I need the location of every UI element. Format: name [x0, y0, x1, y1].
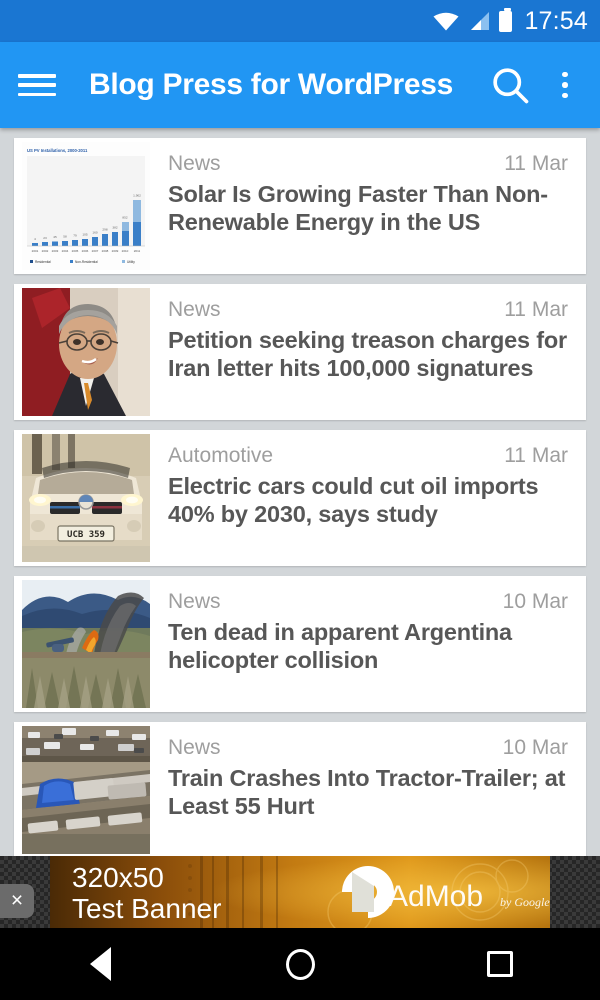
svg-text:Residential: Residential: [35, 260, 51, 264]
svg-text:2001: 2001: [32, 249, 39, 253]
android-navigation-bar: [0, 928, 600, 1000]
app-bar: Blog Press for WordPress: [0, 42, 600, 128]
svg-text:2010: 2010: [122, 249, 129, 253]
article-category: News: [168, 590, 221, 613]
article-date: 10 Mar: [502, 590, 568, 613]
search-icon[interactable]: [488, 63, 532, 107]
svg-text:2003: 2003: [52, 249, 59, 253]
svg-text:2011: 2011: [134, 249, 141, 253]
svg-text:45: 45: [53, 235, 57, 239]
ad-close-icon[interactable]: ×: [0, 884, 34, 918]
svg-text:2008: 2008: [102, 249, 109, 253]
svg-text:1,902: 1,902: [133, 194, 141, 198]
cellular-signal-icon: [468, 11, 490, 31]
list-item[interactable]: News 10 Mar Ten dead in apparent Argenti…: [14, 576, 586, 712]
hamburger-menu-icon[interactable]: [18, 70, 56, 100]
solar-chart-thumbnail: US PV Installations, 2000-2011 4 23 45 5…: [22, 142, 150, 270]
article-meta: News 11 Mar: [168, 152, 568, 176]
svg-text:by Google: by Google: [500, 895, 550, 909]
article-meta: News 10 Mar: [168, 590, 568, 614]
ad-banner-container: × 320x50 Test Banner AdMob by Google: [0, 856, 600, 928]
svg-text:105: 105: [82, 233, 87, 237]
svg-text:4: 4: [34, 237, 36, 241]
svg-text:23: 23: [43, 236, 47, 240]
article-body: News 10 Mar Ten dead in apparent Argenti…: [150, 576, 586, 712]
svg-text:58: 58: [63, 235, 67, 239]
article-date: 11 Mar: [504, 298, 568, 321]
article-headline: Ten dead in apparent Argentina helicopte…: [168, 619, 512, 673]
article-meta: Automotive 11 Mar: [168, 444, 568, 468]
article-category: News: [168, 736, 221, 759]
article-headline: Train Crashes Into Tractor-Trailer; at L…: [168, 765, 566, 819]
android-screen: 17:54 Blog Press for WordPress US PV Ins…: [0, 0, 600, 1000]
article-category: Automotive: [168, 444, 274, 467]
electric-car-thumbnail: UCB 359: [22, 434, 150, 562]
svg-text:2006: 2006: [82, 249, 89, 253]
svg-text:Utility: Utility: [127, 260, 135, 264]
overflow-menu-icon[interactable]: [548, 63, 582, 107]
article-body: News 11 Mar Petition seeking treason cha…: [150, 284, 586, 420]
article-meta: News 11 Mar: [168, 298, 568, 322]
article-body: News 10 Mar Train Crashes Into Tractor-T…: [150, 722, 586, 858]
list-item[interactable]: US PV Installations, 2000-2011 4 23 45 5…: [14, 138, 586, 274]
svg-text:160: 160: [92, 231, 97, 235]
battery-icon: [499, 7, 513, 32]
recents-button[interactable]: [465, 928, 535, 1000]
home-button[interactable]: [265, 928, 335, 1000]
status-bar-clock: 17:54: [524, 6, 588, 35]
svg-text:2005: 2005: [72, 249, 79, 253]
article-meta: News 10 Mar: [168, 736, 568, 760]
status-bar: 17:54: [0, 0, 600, 42]
svg-text:2007: 2007: [92, 249, 99, 253]
back-button[interactable]: [65, 928, 135, 1000]
article-list[interactable]: US PV Installations, 2000-2011 4 23 45 5…: [0, 128, 600, 928]
article-body: Automotive 11 Mar Electric cars could cu…: [150, 430, 586, 566]
article-headline: Petition seeking treason charges for Ira…: [168, 327, 567, 381]
svg-text:79: 79: [73, 234, 77, 238]
svg-text:298: 298: [102, 228, 107, 232]
svg-text:Test Banner: Test Banner: [72, 893, 221, 924]
article-headline: Solar Is Growing Faster Than Non-Renewab…: [168, 181, 548, 235]
article-date: 10 Mar: [502, 736, 568, 759]
article-date: 11 Mar: [504, 152, 568, 175]
article-category: News: [168, 298, 221, 321]
svg-text:2004: 2004: [62, 249, 69, 253]
article-category: News: [168, 152, 221, 175]
svg-text:Non-Residential: Non-Residential: [75, 260, 98, 264]
svg-text:382: 382: [112, 226, 117, 230]
admob-test-banner[interactable]: 320x50 Test Banner AdMob by Google: [50, 856, 550, 928]
helicopter-crash-thumbnail: [22, 580, 150, 708]
train-crash-thumbnail: [22, 726, 150, 854]
svg-text:852: 852: [122, 216, 127, 220]
svg-text:2002: 2002: [42, 249, 49, 253]
politician-portrait-thumbnail: [22, 288, 150, 416]
list-item[interactable]: UCB 359 Automotive 11 Mar Electric cars …: [14, 430, 586, 566]
wifi-icon: [433, 11, 459, 31]
list-item[interactable]: News 10 Mar Train Crashes Into Tractor-T…: [14, 722, 586, 858]
svg-text:2009: 2009: [112, 249, 119, 253]
svg-text:320x50: 320x50: [72, 862, 164, 893]
svg-text:AdMob: AdMob: [388, 880, 483, 913]
article-body: News 11 Mar Solar Is Growing Faster Than…: [150, 138, 586, 274]
list-item[interactable]: News 11 Mar Petition seeking treason cha…: [14, 284, 586, 420]
svg-text:UCB 359: UCB 359: [67, 530, 105, 540]
svg-text:US PV Installations, 2000-2011: US PV Installations, 2000-2011: [27, 148, 88, 153]
page-title: Blog Press for WordPress: [89, 68, 454, 101]
article-date: 11 Mar: [504, 444, 568, 467]
article-headline: Electric cars could cut oil imports 40% …: [168, 473, 539, 527]
